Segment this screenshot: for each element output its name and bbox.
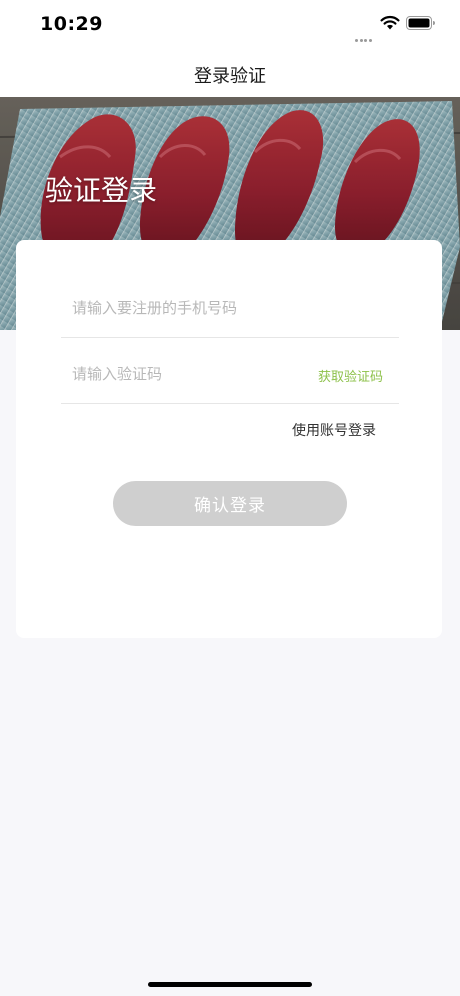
home-indicator — [148, 982, 312, 987]
verification-code-input[interactable] — [72, 361, 312, 387]
navigation-bar: 登录验证 — [0, 50, 460, 97]
status-bar: 10:29 — [0, 0, 460, 50]
get-code-button[interactable]: 获取验证码 — [318, 366, 383, 385]
login-form-card: 获取验证码 使用账号登录 确认登录 — [16, 240, 442, 638]
page-title: 登录验证 — [194, 66, 266, 87]
battery-icon — [406, 16, 435, 30]
verification-code-field: 获取验证码 — [61, 338, 399, 404]
status-time: 10:29 — [40, 13, 103, 35]
phone-input[interactable] — [72, 295, 312, 321]
use-account-login-link[interactable]: 使用账号登录 — [292, 420, 376, 440]
hero-title: 验证登录 — [45, 174, 158, 207]
signal-dots-icon — [355, 27, 375, 42]
phone-field — [61, 272, 399, 338]
confirm-login-button[interactable]: 确认登录 — [113, 481, 347, 526]
wifi-icon — [380, 15, 400, 30]
login-verification-screen: 10:29 登录验证 验证登录 请输入要注册的手机号码 请输入验证码 获取验证码… — [0, 0, 460, 996]
